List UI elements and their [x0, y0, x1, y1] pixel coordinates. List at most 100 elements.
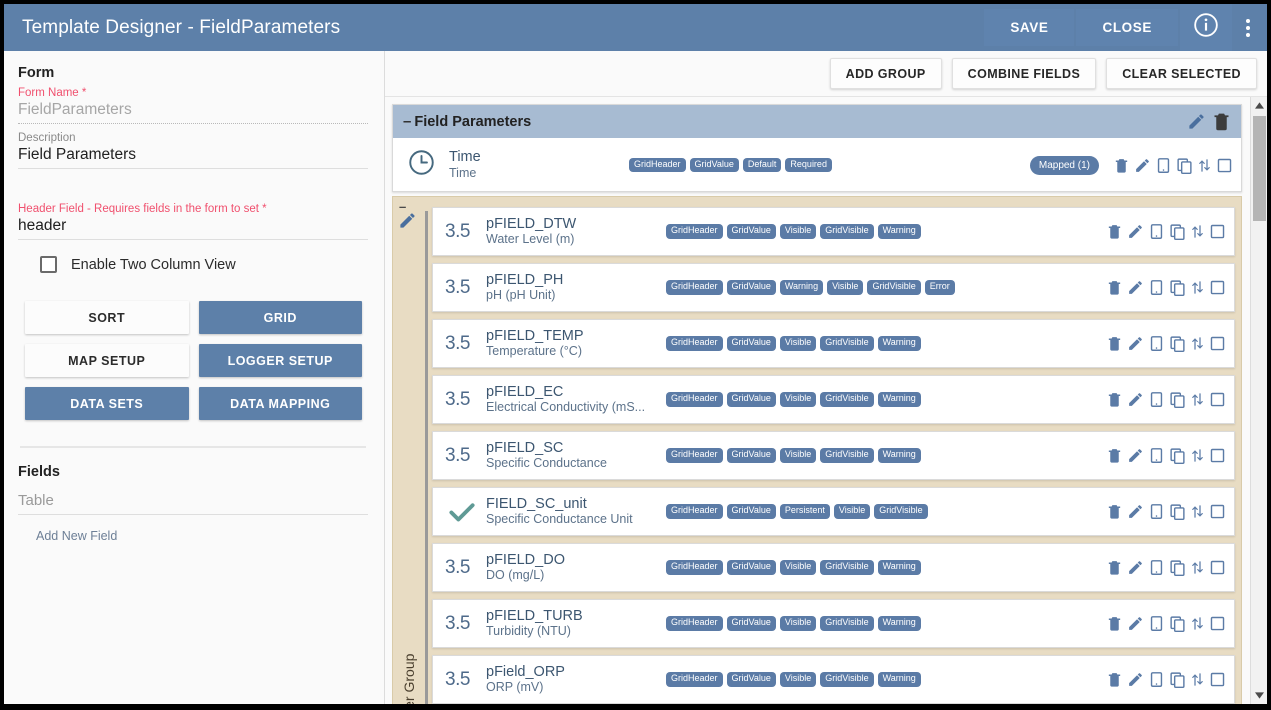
checkbox-icon[interactable]: [1209, 223, 1226, 240]
checkbox-icon[interactable]: [1209, 391, 1226, 408]
logger-setup-button[interactable]: LOGGER SETUP: [198, 344, 362, 377]
copy-icon[interactable]: [1169, 335, 1186, 352]
copy-icon[interactable]: [1169, 559, 1186, 576]
header-field-input[interactable]: header: [18, 217, 368, 239]
pencil-icon[interactable]: [1127, 335, 1144, 352]
sort-arrows-icon[interactable]: [1190, 447, 1205, 464]
checkbox-icon[interactable]: [1209, 447, 1226, 464]
description-input[interactable]: Field Parameters: [18, 146, 368, 168]
table-row[interactable]: 3.5 pField_ORP ORP (mV) GridHeader GridV…: [432, 655, 1235, 704]
tablet-icon[interactable]: [1148, 447, 1165, 464]
trash-icon[interactable]: [1113, 157, 1130, 174]
trash-icon[interactable]: [1106, 391, 1123, 408]
table-row[interactable]: 3.5 pFIELD_EC Electrical Conductivity (m…: [432, 375, 1235, 424]
add-new-field-link[interactable]: Add New Field: [36, 529, 368, 543]
trash-icon[interactable]: [1106, 447, 1123, 464]
close-button[interactable]: CLOSE: [1076, 9, 1178, 46]
copy-icon[interactable]: [1169, 671, 1186, 688]
checkbox-icon[interactable]: [1209, 335, 1226, 352]
header-field-row[interactable]: Time Time GridHeader GridValue Default R…: [393, 138, 1241, 191]
combine-fields-button[interactable]: COMBINE FIELDS: [951, 58, 1097, 89]
tablet-icon[interactable]: [1155, 157, 1172, 174]
tablet-icon[interactable]: [1148, 223, 1165, 240]
sort-arrows-icon[interactable]: [1190, 335, 1205, 352]
data-mapping-button[interactable]: DATA MAPPING: [198, 387, 362, 420]
table-row[interactable]: 3.5 pFIELD_DTW Water Level (m) GridHeade…: [432, 207, 1235, 256]
pencil-icon[interactable]: [1127, 447, 1144, 464]
checkbox-icon[interactable]: [1209, 671, 1226, 688]
data-sets-button[interactable]: DATA SETS: [25, 387, 189, 420]
table-select[interactable]: Table: [18, 492, 368, 515]
tablet-icon[interactable]: [1148, 391, 1165, 408]
vertical-scrollbar[interactable]: [1250, 97, 1267, 704]
table-row[interactable]: 3.5 pFIELD_TEMP Temperature (°C) GridHea…: [432, 319, 1235, 368]
sort-arrows-icon[interactable]: [1190, 615, 1205, 632]
tag: GridVisible: [867, 280, 921, 295]
checkbox-icon[interactable]: [1209, 503, 1226, 520]
tablet-icon[interactable]: [1148, 615, 1165, 632]
two-column-view-toggle[interactable]: Enable Two Column View: [40, 256, 368, 273]
sort-arrows-icon[interactable]: [1190, 503, 1205, 520]
sort-button[interactable]: SORT: [25, 301, 189, 334]
pencil-icon[interactable]: [1127, 615, 1144, 632]
map-setup-button[interactable]: MAP SETUP: [25, 344, 189, 377]
info-button[interactable]: [1180, 4, 1232, 51]
copy-icon[interactable]: [1169, 391, 1186, 408]
tablet-icon[interactable]: [1148, 559, 1165, 576]
sort-arrows-icon[interactable]: [1197, 157, 1212, 174]
tablet-icon[interactable]: [1148, 279, 1165, 296]
checkbox-icon[interactable]: [40, 256, 57, 273]
copy-icon[interactable]: [1169, 447, 1186, 464]
scrollbar-thumb[interactable]: [1253, 116, 1266, 221]
table-row[interactable]: 3.5 pFIELD_PH pH (pH Unit) GridHeader Gr…: [432, 263, 1235, 312]
group-delete-button[interactable]: [1211, 111, 1232, 132]
pencil-icon[interactable]: [1127, 559, 1144, 576]
table-row[interactable]: 3.5 pFIELD_SC Specific Conductance GridH…: [432, 431, 1235, 480]
table-row[interactable]: FIELD_SC_unit Specific Conductance Unit …: [432, 487, 1235, 536]
sort-arrows-icon[interactable]: [1190, 671, 1205, 688]
trash-icon[interactable]: [1106, 615, 1123, 632]
group-edit-button[interactable]: [1187, 112, 1206, 131]
checkbox-icon[interactable]: [1216, 157, 1233, 174]
trash-icon[interactable]: [1106, 335, 1123, 352]
add-group-button[interactable]: ADD GROUP: [829, 58, 942, 89]
table-row[interactable]: 3.5 pFIELD_DO DO (mg/L) GridHeader GridV…: [432, 543, 1235, 592]
trash-icon[interactable]: [1106, 559, 1123, 576]
checkbox-icon[interactable]: [1209, 559, 1226, 576]
copy-icon[interactable]: [1169, 223, 1186, 240]
pencil-icon[interactable]: [1127, 503, 1144, 520]
group-collapse-toggle[interactable]: –: [403, 113, 411, 130]
copy-icon[interactable]: [1169, 503, 1186, 520]
trash-icon[interactable]: [1106, 279, 1123, 296]
form-name-input[interactable]: FieldParameters: [18, 101, 368, 123]
group-body-edit-button[interactable]: [398, 211, 417, 235]
pencil-icon[interactable]: [1134, 157, 1151, 174]
pencil-icon[interactable]: [1127, 671, 1144, 688]
sort-arrows-icon[interactable]: [1190, 391, 1205, 408]
scroll-down-arrow-icon[interactable]: [1251, 687, 1267, 704]
tablet-icon[interactable]: [1148, 503, 1165, 520]
copy-icon[interactable]: [1169, 279, 1186, 296]
table-row[interactable]: 3.5 pFIELD_TURB Turbidity (NTU) GridHead…: [432, 599, 1235, 648]
pencil-icon[interactable]: [1127, 391, 1144, 408]
sort-arrows-icon[interactable]: [1190, 279, 1205, 296]
sort-arrows-icon[interactable]: [1190, 223, 1205, 240]
clear-selected-button[interactable]: CLEAR SELECTED: [1106, 58, 1257, 89]
checkbox-icon[interactable]: [1209, 615, 1226, 632]
copy-icon[interactable]: [1176, 157, 1193, 174]
trash-icon[interactable]: [1106, 503, 1123, 520]
checkbox-icon[interactable]: [1209, 279, 1226, 296]
overflow-menu-button[interactable]: [1233, 4, 1263, 51]
row-field-name: FIELD_SC_unit: [486, 495, 587, 512]
pencil-icon[interactable]: [1127, 279, 1144, 296]
save-button[interactable]: SAVE: [984, 9, 1075, 46]
copy-icon[interactable]: [1169, 615, 1186, 632]
grid-button[interactable]: GRID: [198, 301, 362, 334]
trash-icon[interactable]: [1106, 671, 1123, 688]
tablet-icon[interactable]: [1148, 671, 1165, 688]
sort-arrows-icon[interactable]: [1190, 559, 1205, 576]
tablet-icon[interactable]: [1148, 335, 1165, 352]
pencil-icon[interactable]: [1127, 223, 1144, 240]
trash-icon[interactable]: [1106, 223, 1123, 240]
scroll-up-arrow-icon[interactable]: [1251, 97, 1267, 114]
